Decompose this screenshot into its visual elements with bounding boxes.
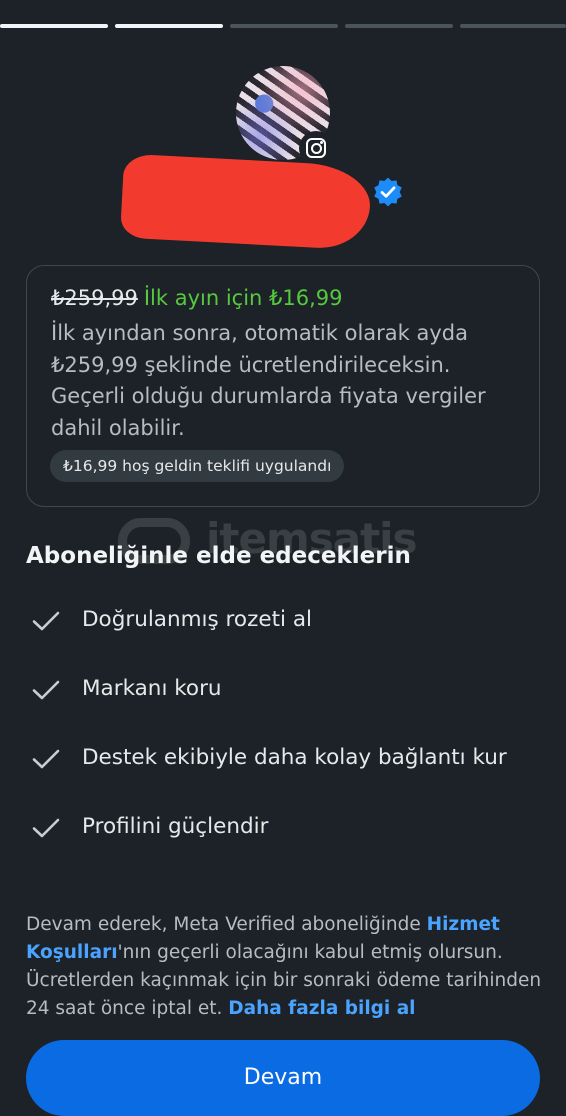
- benefit-label: Profilini güçlendir: [82, 814, 269, 839]
- learn-more-link[interactable]: Daha fazla bilgi al: [228, 998, 415, 1019]
- check-icon: [32, 611, 60, 631]
- terms-text-start: Devam ederek, Meta Verified aboneliğinde: [26, 914, 427, 935]
- progress-segment-1: [0, 24, 108, 28]
- terms-text: Devam ederek, Meta Verified aboneliğinde…: [26, 911, 546, 1023]
- price-card: ₺259,99 İlk ayın için ₺16,99 İlk ayından …: [26, 265, 540, 507]
- check-icon: [32, 680, 60, 700]
- promo-price: İlk ayın için ₺16,99: [143, 286, 343, 310]
- progress-segment-4: [345, 24, 453, 28]
- benefit-label: Destek ekibiyle daha kolay bağlantı kur: [82, 745, 507, 770]
- benefit-item: Markanı koru: [26, 674, 546, 710]
- redacted-username: [119, 153, 373, 251]
- check-icon: [32, 818, 60, 838]
- offer-applied-badge: ₺16,99 hoş geldin teklifi uygulandı: [50, 450, 345, 482]
- progress-segment-5: [460, 24, 566, 28]
- old-price: ₺259,99: [51, 286, 138, 310]
- progress-segment-3: [230, 24, 338, 28]
- benefit-item: Profilini güçlendir: [26, 812, 546, 848]
- benefit-item: Destek ekibiyle daha kolay bağlantı kur: [26, 743, 546, 779]
- verified-badge-icon: [374, 177, 402, 207]
- benefits-title: Aboneliğinle elde edeceklerin: [26, 543, 411, 569]
- progress-segment-2: [115, 24, 223, 28]
- price-description: İlk ayından sonra, otomatik olarak ayda …: [51, 321, 486, 440]
- price-line: ₺259,99 İlk ayın için ₺16,99: [51, 286, 343, 310]
- benefit-item: Doğrulanmış rozeti al: [26, 605, 546, 641]
- check-icon: [32, 749, 60, 769]
- instagram-icon: [299, 131, 333, 165]
- benefit-label: Doğrulanmış rozeti al: [82, 607, 312, 632]
- continue-button[interactable]: Devam: [26, 1040, 540, 1116]
- benefit-label: Markanı koru: [82, 676, 222, 701]
- progress-bar: [0, 24, 566, 28]
